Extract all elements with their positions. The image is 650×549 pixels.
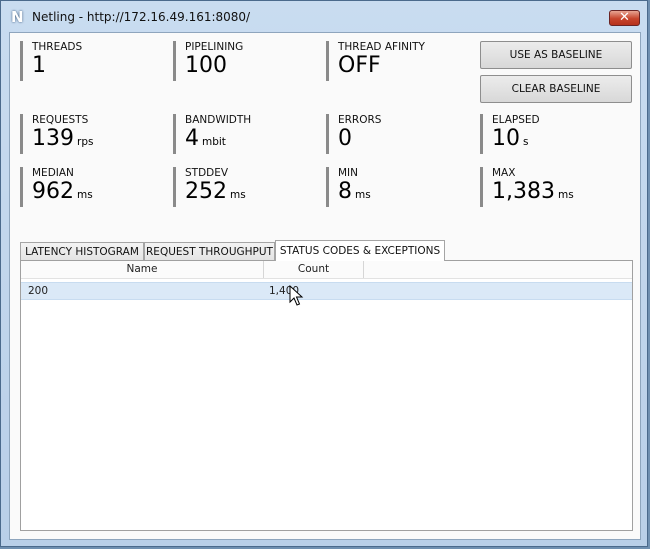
stat-unit: rps	[77, 136, 94, 148]
stat-label: MAX	[492, 167, 516, 179]
stat-value: 1,383 ms	[492, 179, 630, 208]
stat-threads: THREADS 1	[20, 41, 170, 81]
stat-value: 4 mbit	[185, 126, 323, 155]
grid-header: Name Count	[21, 261, 632, 279]
stat-requests: REQUESTS 139 rps	[20, 114, 170, 154]
stat-label: THREAD AFINITY	[338, 41, 425, 53]
stat-value: 8 ms	[338, 179, 476, 208]
app-logo-icon: N	[11, 8, 24, 26]
stat-unit: s	[523, 136, 529, 148]
table-row[interactable]: 200 1,400	[21, 282, 632, 300]
stat-max: MAX 1,383 ms	[480, 167, 630, 207]
cell-name: 200	[28, 285, 49, 297]
stat-number: 1,383	[492, 179, 555, 204]
stat-label: MIN	[338, 167, 359, 179]
stat-number: 139	[32, 126, 74, 151]
stat-label: REQUESTS	[32, 114, 89, 126]
stat-label: STDDEV	[185, 167, 229, 179]
stat-thread-affinity: THREAD AFINITY OFF	[326, 41, 476, 81]
stat-label: BANDWIDTH	[185, 114, 252, 126]
column-header-name[interactable]: Name	[21, 261, 264, 278]
stat-label: ELAPSED	[492, 114, 540, 126]
app-window: N Netling - http://172.16.49.161:8080/ ✕…	[0, 0, 648, 547]
clear-baseline-button[interactable]: CLEAR BASELINE	[480, 75, 632, 103]
close-icon: ✕	[619, 10, 630, 25]
stat-stddev: STDDEV 252 ms	[173, 167, 323, 207]
column-header-count[interactable]: Count	[264, 261, 364, 278]
stat-value: 100	[185, 53, 323, 79]
title-bar[interactable]: N Netling - http://172.16.49.161:8080/ ✕	[1, 1, 647, 33]
stat-unit: ms	[355, 189, 371, 201]
stat-number: 100	[185, 53, 227, 78]
tab-latency-histogram[interactable]: LATENCY HISTOGRAM	[20, 242, 144, 261]
stat-unit: ms	[230, 189, 246, 201]
stat-errors: ERRORS 0	[326, 114, 476, 154]
tab-request-throughput[interactable]: REQUEST THROUGHPUT	[144, 242, 275, 261]
stat-elapsed: ELAPSED 10 s	[480, 114, 630, 154]
close-button[interactable]: ✕	[609, 10, 640, 26]
stat-value: 139 rps	[32, 126, 170, 155]
stat-number: 1	[32, 53, 46, 78]
stat-unit: ms	[77, 189, 93, 201]
stat-number: 4	[185, 126, 199, 151]
stat-value: 252 ms	[185, 179, 323, 208]
tab-status-codes-exceptions[interactable]: STATUS CODES & EXCEPTIONS	[275, 240, 445, 261]
stat-unit: mbit	[202, 136, 226, 148]
stat-label: MEDIAN	[32, 167, 74, 179]
window-title: Netling - http://172.16.49.161:8080/	[32, 10, 251, 24]
stat-unit: ms	[557, 189, 574, 201]
stat-number: OFF	[338, 53, 381, 78]
stat-label: THREADS	[32, 41, 83, 53]
stat-value: 1	[32, 53, 170, 79]
stat-label: PIPELINING	[185, 41, 244, 53]
stat-number: 962	[32, 179, 74, 204]
stat-number: 0	[338, 126, 352, 151]
tab-panel-status-codes: Name Count 200 1,400	[20, 260, 633, 531]
stat-value: 0	[338, 126, 476, 152]
stat-value: 962 ms	[32, 179, 170, 208]
use-as-baseline-button[interactable]: USE AS BASELINE	[480, 41, 632, 69]
stat-value: OFF	[338, 53, 476, 79]
mouse-pointer-icon	[289, 285, 304, 306]
stat-min: MIN 8 ms	[326, 167, 476, 207]
stat-label: ERRORS	[338, 114, 382, 126]
stat-median: MEDIAN 962 ms	[20, 167, 170, 207]
stat-value: 10 s	[492, 126, 630, 155]
stat-number: 252	[185, 179, 227, 204]
stat-number: 8	[338, 179, 352, 204]
stat-pipelining: PIPELINING 100	[173, 41, 323, 81]
stat-bandwidth: BANDWIDTH 4 mbit	[173, 114, 323, 154]
main-content: THREADS 1 PIPELINING 100 THREAD AFINITY …	[9, 32, 641, 540]
stat-number: 10	[492, 126, 520, 151]
